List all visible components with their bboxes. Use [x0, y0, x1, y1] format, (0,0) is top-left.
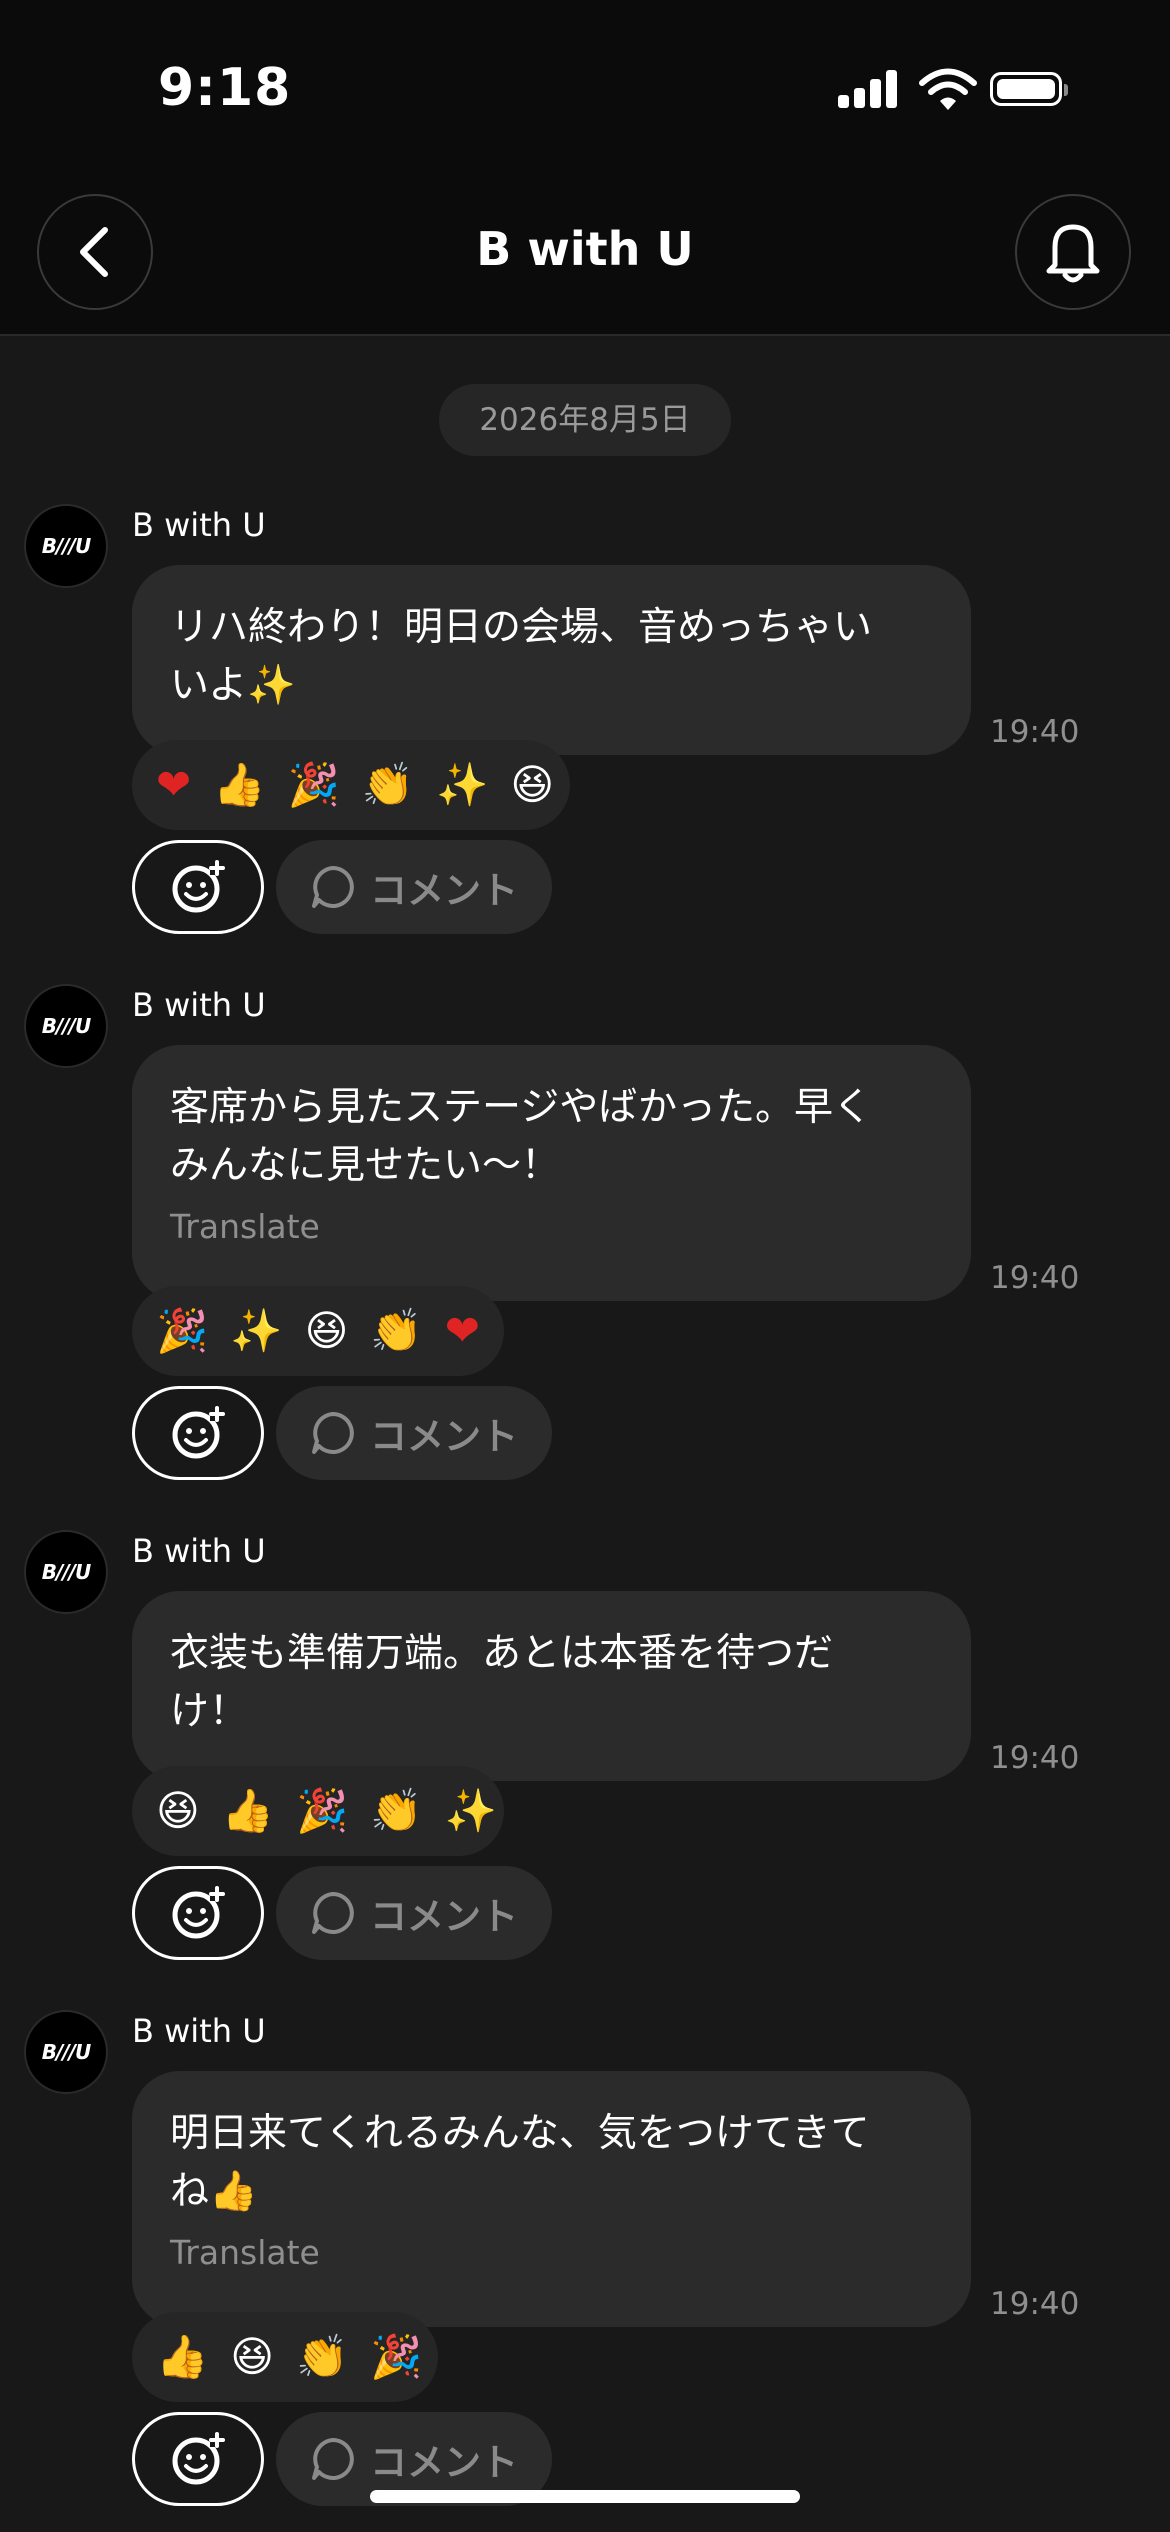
- reactions-bar[interactable]: 👍 😆 👏 🎉: [132, 2312, 438, 2402]
- chat-screen: 9:18 B with U 2026年8月5日 B///U B with U リ…: [0, 0, 1170, 2532]
- message-bubble[interactable]: 明日来てくれるみんな、気をつけてきて ね👍 Translate: [132, 2071, 971, 2327]
- clapping-reaction[interactable]: 👏: [362, 764, 414, 806]
- thumbs-up-reaction[interactable]: 👍: [156, 2336, 208, 2378]
- comment-bubble-icon: [312, 1412, 354, 1454]
- sparkles-reaction[interactable]: ✨: [230, 1310, 282, 1352]
- thumbs-up-reaction[interactable]: 👍: [222, 1790, 274, 1832]
- comment-bubble-icon: [312, 2438, 354, 2480]
- add-reaction-button[interactable]: [132, 1866, 264, 1960]
- comment-label: コメント: [370, 1895, 518, 1938]
- battery-icon: [990, 72, 1068, 106]
- message-bubble[interactable]: 衣装も準備万端。あとは本番を待つだ け！: [132, 1591, 971, 1781]
- comment-bubble-icon: [312, 1892, 354, 1934]
- message-text: リハ終わり！明日の会場、音めっちゃい いよ✨: [170, 605, 873, 708]
- smiley-plus-icon: [172, 1406, 225, 1459]
- status-time: 9:18: [158, 58, 292, 118]
- laughing-reaction[interactable]: 😆: [230, 2336, 274, 2378]
- heart-reaction[interactable]: ❤: [445, 1310, 480, 1352]
- laughing-reaction[interactable]: 😆: [156, 1790, 200, 1832]
- translate-link[interactable]: Translate: [170, 1207, 933, 1246]
- message-text: 客席から見たステージやばかった。早く みんなに見せたい〜！: [170, 1085, 873, 1188]
- message-bubble[interactable]: 客席から見たステージやばかった。早く みんなに見せたい〜！ Translate: [132, 1045, 971, 1301]
- sender-name: B with U: [132, 986, 266, 1024]
- wifi-icon: [918, 68, 978, 112]
- message-time: 19:40: [990, 2286, 1080, 2322]
- avatar[interactable]: B///U: [24, 2010, 108, 2094]
- reactions-bar[interactable]: 🎉 ✨ 😆 👏 ❤: [132, 1286, 504, 1376]
- page-title: B with U: [476, 222, 694, 276]
- reactions-bar[interactable]: ❤ 👍 🎉 👏 ✨ 😆: [132, 740, 570, 830]
- party-popper-reaction[interactable]: 🎉: [296, 1790, 348, 1832]
- message-text: 明日来てくれるみんな、気をつけてきて ね👍: [170, 2111, 870, 2214]
- comment-button[interactable]: コメント: [276, 840, 552, 934]
- cellular-signal-icon: [838, 68, 900, 112]
- sparkles-reaction[interactable]: ✨: [436, 764, 488, 806]
- sender-name: B with U: [132, 2012, 266, 2050]
- clapping-reaction[interactable]: 👏: [370, 1790, 422, 1832]
- add-reaction-button[interactable]: [132, 840, 264, 934]
- home-indicator[interactable]: [370, 2490, 800, 2503]
- avatar[interactable]: B///U: [24, 984, 108, 1068]
- sender-name: B with U: [132, 506, 266, 544]
- party-popper-reaction[interactable]: 🎉: [156, 1310, 208, 1352]
- party-popper-reaction[interactable]: 🎉: [288, 764, 340, 806]
- message-time: 19:40: [990, 714, 1080, 750]
- reactions-bar[interactable]: 😆 👍 🎉 👏 ✨: [132, 1766, 504, 1856]
- smiley-plus-icon: [172, 1886, 225, 1939]
- thumbs-up-reaction[interactable]: 👍: [213, 764, 265, 806]
- comment-button[interactable]: コメント: [276, 1866, 552, 1960]
- status-icons: [838, 68, 1078, 112]
- clapping-reaction[interactable]: 👏: [370, 1310, 422, 1352]
- notification-button[interactable]: [1015, 194, 1131, 310]
- translate-link[interactable]: Translate: [170, 2233, 933, 2272]
- top-bar: 9:18 B with U: [0, 0, 1170, 336]
- add-reaction-button[interactable]: [132, 2412, 264, 2506]
- bell-icon: [1046, 224, 1100, 283]
- message-time: 19:40: [990, 1740, 1080, 1776]
- comment-label: コメント: [370, 1415, 518, 1458]
- message-text: 衣装も準備万端。あとは本番を待つだ け！: [170, 1631, 834, 1734]
- avatar[interactable]: B///U: [24, 504, 108, 588]
- clapping-reaction[interactable]: 👏: [296, 2336, 348, 2378]
- comment-button[interactable]: コメント: [276, 1386, 552, 1480]
- laughing-reaction[interactable]: 😆: [510, 764, 554, 806]
- sparkles-reaction[interactable]: ✨: [445, 1790, 497, 1832]
- date-separator: 2026年8月5日: [439, 384, 731, 456]
- heart-reaction[interactable]: ❤: [156, 764, 191, 806]
- comment-label: コメント: [370, 2441, 518, 2484]
- add-reaction-button[interactable]: [132, 1386, 264, 1480]
- message-bubble[interactable]: リハ終わり！明日の会場、音めっちゃい いよ✨: [132, 565, 971, 755]
- comment-bubble-icon: [312, 866, 354, 908]
- smiley-plus-icon: [172, 860, 225, 913]
- comment-label: コメント: [370, 869, 518, 912]
- laughing-reaction[interactable]: 😆: [305, 1310, 349, 1352]
- party-popper-reaction[interactable]: 🎉: [370, 2336, 422, 2378]
- message-time: 19:40: [990, 1260, 1080, 1296]
- avatar[interactable]: B///U: [24, 1530, 108, 1614]
- smiley-plus-icon: [172, 2432, 225, 2485]
- sender-name: B with U: [132, 1532, 266, 1570]
